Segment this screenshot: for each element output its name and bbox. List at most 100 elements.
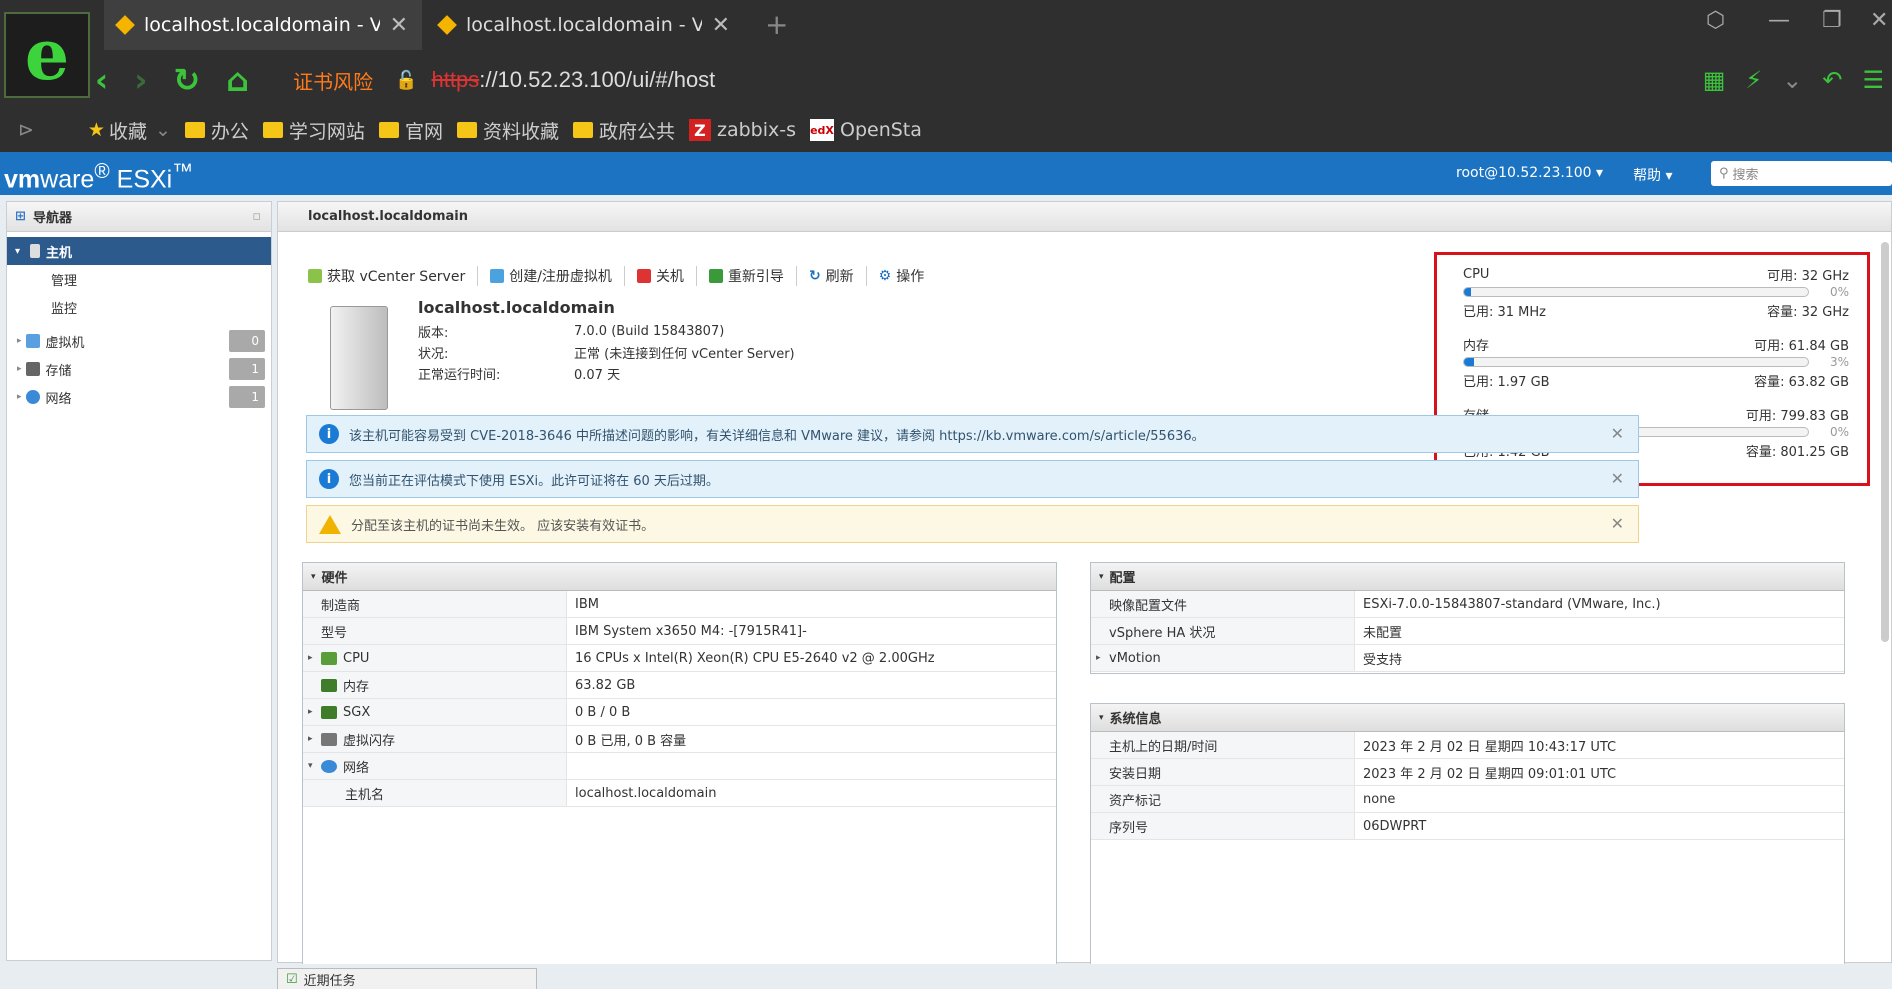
address-bar: ‹ › ↻ ⌂ 证书风险 🔓 https://10.52.23.100/ui/#… (95, 54, 1892, 106)
lock-warning-icon: 🔓 (395, 69, 418, 91)
sysinfo-header[interactable]: ▾ 系统信息 (1091, 704, 1844, 732)
bookmark-openstack[interactable]: edX OpenSta (810, 119, 922, 141)
recent-tasks-tab[interactable]: ☑ 近期任务 (277, 968, 537, 989)
bookmark-favorites[interactable]: ★ 收藏 ⌄ (88, 117, 171, 144)
shutdown-button[interactable]: 关机 (625, 266, 697, 286)
caret-right-icon[interactable]: ▸ (308, 734, 313, 744)
bookmark-zabbix[interactable]: Zzabbix-s (688, 119, 796, 141)
bookmark-folder[interactable]: 官网 (378, 117, 443, 144)
table-row[interactable]: ▸ SGX 0 B / 0 B (303, 699, 1056, 726)
network-icon (321, 759, 337, 773)
sidebar-item-host[interactable]: ▾ 主机 (7, 237, 271, 265)
sidebar-toggle-icon[interactable]: ⊳ (18, 119, 34, 141)
close-tab-icon[interactable]: ✕ (390, 13, 408, 38)
reboot-button[interactable]: 重新引导 (697, 266, 797, 286)
get-vcenter-button[interactable]: 获取 vCenter Server (308, 266, 479, 286)
caret-down-icon: ▾ (15, 245, 21, 257)
sidebar-item-manage[interactable]: 管理 (7, 265, 271, 293)
table-row[interactable]: ▸ 虚拟闪存 0 B 已用, 0 B 容量 (303, 726, 1056, 753)
reload-button[interactable]: ↻ (173, 61, 200, 99)
panel-title: 硬件 (321, 571, 348, 586)
key-label: 网络 (343, 760, 370, 776)
info-icon: i (319, 424, 339, 444)
tab-title: localhost.localdomain - V (466, 14, 702, 36)
bookmark-folder[interactable]: 办公 (184, 117, 249, 144)
cert-risk-label[interactable]: 证书风险 (293, 66, 373, 95)
sidebar-item-vms[interactable]: ▸ 虚拟机 0 (7, 327, 271, 355)
caret-right-icon[interactable]: ▸ (1096, 653, 1101, 663)
search-input[interactable]: ⚲ 搜索 (1711, 161, 1892, 186)
lightning-icon[interactable]: ⚡ (1745, 66, 1762, 94)
sidebar-item-network[interactable]: ▸ 网络 1 (7, 383, 271, 411)
hardware-header[interactable]: ▾ 硬件 (303, 563, 1056, 591)
caret-right-icon[interactable]: ▸ (308, 653, 313, 663)
close-tab-icon[interactable]: ✕ (712, 13, 730, 38)
sidebar-item-label: 管理 (51, 273, 78, 289)
bookmark-folder[interactable]: 资料收藏 (456, 117, 559, 144)
content-header: localhost.localdomain (278, 202, 1891, 232)
minimize-button[interactable]: — (1768, 8, 1790, 33)
memory-icon (321, 678, 337, 692)
key-label: CPU (343, 650, 370, 666)
row-value: IBM System x3650 M4: -[7915R41]- (575, 623, 807, 639)
sidebar-item-monitor[interactable]: 监控 (7, 293, 271, 321)
count-badge: 1 (229, 386, 265, 408)
tab-2[interactable]: localhost.localdomain - V ✕ (426, 0, 744, 50)
tab-favicon-icon (115, 15, 135, 35)
menu-icon[interactable]: ☰ (1862, 66, 1884, 94)
bookmark-folder[interactable]: 学习网站 (262, 117, 365, 144)
usage-fill (1464, 288, 1471, 296)
qrcode-icon[interactable]: ▦ (1703, 66, 1726, 94)
bookmark-folder[interactable]: 政府公共 (572, 117, 675, 144)
row-value: 0 B / 0 B (575, 704, 631, 720)
esxi-header: vmware® ESXi™ root@10.52.23.100 ▾ 帮助 ▾ ⚲… (0, 152, 1892, 195)
actions-button[interactable]: ⚙ 操作 (867, 266, 937, 286)
uptime-row: 正常运行时间: 0.07 天 (418, 363, 795, 384)
cpu-resource: CPU 可用: 32 GHz 0% 已用: 31 MHz 容量: 32 GHz (1463, 265, 1849, 335)
caret-right-icon[interactable]: ▸ (308, 707, 313, 717)
sysinfo-panel: ▾ 系统信息 主机上的日期/时间 2023 年 2 月 02 日 星期四 10:43… (1090, 703, 1845, 964)
restore-button[interactable]: ❐ (1822, 8, 1842, 33)
close-icon[interactable]: ✕ (1611, 424, 1624, 443)
toolbar-label: 关机 (655, 269, 684, 285)
caret-down-icon[interactable]: ▾ (308, 761, 313, 771)
caret-right-icon: ▸ (17, 364, 22, 374)
host-toolbar: 获取 vCenter Server 创建/注册虚拟机 关机 重新引导 ↻ 刷新 ⚙… (308, 266, 936, 286)
close-window-button[interactable]: ✕ (1870, 8, 1888, 33)
table-row[interactable]: ▸ vMotion 受支持 (1091, 645, 1844, 672)
close-icon[interactable]: ✕ (1611, 469, 1624, 488)
sidebar-item-storage[interactable]: ▸ 存储 1 (7, 355, 271, 383)
search-placeholder: 搜索 (1732, 168, 1759, 183)
undo-icon[interactable]: ↶ (1822, 66, 1842, 94)
table-row[interactable]: ▸ CPU 16 CPUs x Intel(R) Xeon(R) CPU E5-26… (303, 645, 1056, 672)
browser-logo-icon[interactable]: e (4, 12, 90, 98)
config-panel: ▾ 配置 映像配置文件 ESXi-7.0.0-15843807-standard (… (1090, 562, 1845, 674)
cpu-icon (321, 651, 337, 665)
config-header[interactable]: ▾ 配置 (1091, 563, 1844, 591)
caret-down-icon: ▾ (1099, 712, 1104, 723)
create-vm-button[interactable]: 创建/注册虚拟机 (478, 266, 625, 286)
gear-icon: ⚙ (878, 268, 892, 284)
sidebar-item-label: 网络 (45, 391, 72, 407)
user-menu-button[interactable]: root@10.52.23.100 ▾ (1456, 165, 1603, 185)
refresh-button[interactable]: ↻ 刷新 (797, 266, 867, 286)
row-value (567, 753, 1056, 779)
help-menu-button[interactable]: 帮助 ▾ (1633, 165, 1672, 185)
row-key: 主机名 (303, 780, 567, 806)
new-tab-button[interactable]: + (765, 8, 788, 41)
row-key: 资产标记 (1091, 786, 1355, 812)
chevron-down-icon[interactable]: ⌄ (1782, 66, 1802, 94)
forward-button[interactable]: › (134, 61, 147, 99)
back-button[interactable]: ‹ (95, 61, 108, 99)
table-row[interactable]: ▾ 网络 (303, 753, 1056, 780)
tab-1[interactable]: localhost.localdomain - V ✕ (104, 0, 422, 50)
key-label: 内存 (343, 679, 370, 695)
scrollbar[interactable] (1881, 242, 1889, 642)
label: 状况: (418, 347, 449, 362)
url-field[interactable]: https://10.52.23.100/ui/#/host (432, 67, 716, 93)
home-button[interactable]: ⌂ (226, 61, 249, 99)
close-icon[interactable]: ✕ (1611, 514, 1624, 533)
collapse-icon[interactable]: ▫ (252, 209, 261, 224)
skin-icon[interactable]: ⬡ (1706, 8, 1725, 33)
caret-right-icon: ▸ (17, 392, 22, 402)
